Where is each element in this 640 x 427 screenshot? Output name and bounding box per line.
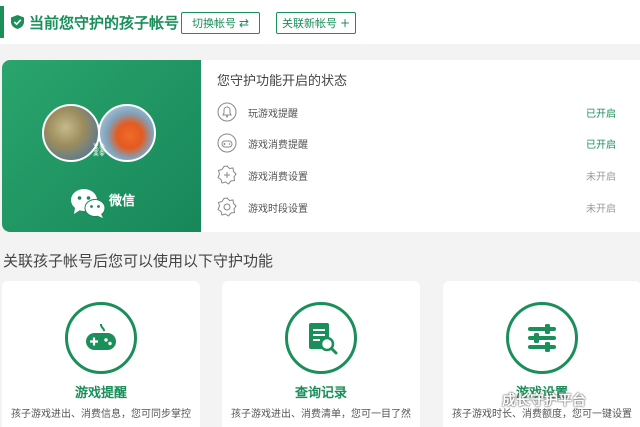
status-row-spending-reminder[interactable]: 游戏消费提醒 已开启 <box>201 128 640 158</box>
swap-icon: ⇄ <box>238 16 250 30</box>
feature-description: 孩子游戏进出、消费清单，您可一目了然 <box>231 409 411 420</box>
gear-badge-icon <box>217 165 237 185</box>
status-label: 游戏消费提醒 <box>248 140 308 151</box>
link-new-account-button[interactable]: 关联新帐号 + <box>276 12 356 34</box>
status-value: 未开启 <box>586 204 616 215</box>
watermark-text: 成长守护平台 <box>502 393 586 409</box>
switch-account-label: 切换帐号 <box>191 17 236 30</box>
status-row-spending-settings[interactable]: 游戏消费设置 未开启 <box>201 160 640 190</box>
feature-icon-circle <box>65 302 137 374</box>
shield-check-icon <box>11 15 24 29</box>
feature-icon-circle <box>285 302 357 374</box>
status-value: 未开启 <box>586 172 616 183</box>
plus-icon: + <box>339 16 351 30</box>
accent-bar <box>0 6 4 38</box>
status-label: 玩游戏提醒 <box>248 109 298 120</box>
wechat-icon <box>71 189 106 218</box>
feature-description: 孩子游戏进出、消费信息，您可同步掌控 <box>11 409 191 420</box>
gamepad-bell-icon <box>217 133 237 153</box>
sliders-icon <box>528 324 556 352</box>
document-search-icon <box>309 323 338 355</box>
gamepad-icon <box>86 323 116 350</box>
switch-account-button[interactable]: 切换帐号 ⇄ <box>181 12 260 34</box>
feature-icon-circle <box>506 302 578 374</box>
feature-title: 游戏提醒 <box>74 386 127 401</box>
status-title: 您守护功能开启的状态 <box>217 74 348 89</box>
status-row-game-reminder[interactable]: 玩游戏提醒 已开启 <box>201 97 640 127</box>
status-label: 游戏时段设置 <box>248 204 308 215</box>
bell-icon <box>217 102 237 122</box>
platform-label: 微信 <box>109 194 136 209</box>
status-value: 已开启 <box>586 140 616 151</box>
link-icon: ⛓ <box>90 143 108 158</box>
status-value: 已开启 <box>586 109 616 120</box>
feature-card-game-reminder[interactable]: 游戏提醒 孩子游戏进出、消费信息，您可同步掌控 <box>2 281 200 427</box>
feature-card-query-records[interactable]: 查询记录 孩子游戏进出、消费清单，您可一目了然 <box>222 281 420 427</box>
status-row-time-settings[interactable]: 游戏时段设置 未开启 <box>201 192 640 222</box>
status-label: 游戏消费设置 <box>248 172 308 183</box>
link-new-account-label: 关联新帐号 <box>281 17 337 30</box>
top-bar: 当前您守护的孩子帐号 切换帐号 ⇄ 关联新帐号 + <box>0 0 640 44</box>
features-heading: 关联孩子帐号后您可以使用以下守护功能 <box>3 252 274 270</box>
clock-gear-icon <box>217 197 237 217</box>
feature-title: 查询记录 <box>294 386 347 401</box>
wechat-watermark-icon <box>478 391 500 409</box>
protection-status-panel: 您守护功能开启的状态 玩游戏提醒 已开启 游戏消费提醒 已开启 游戏消费设置 未… <box>201 60 640 232</box>
current-account-label: 当前您守护的孩子帐号 <box>29 14 180 32</box>
child-account-card[interactable]: ⛓ 微信 <box>2 60 209 232</box>
